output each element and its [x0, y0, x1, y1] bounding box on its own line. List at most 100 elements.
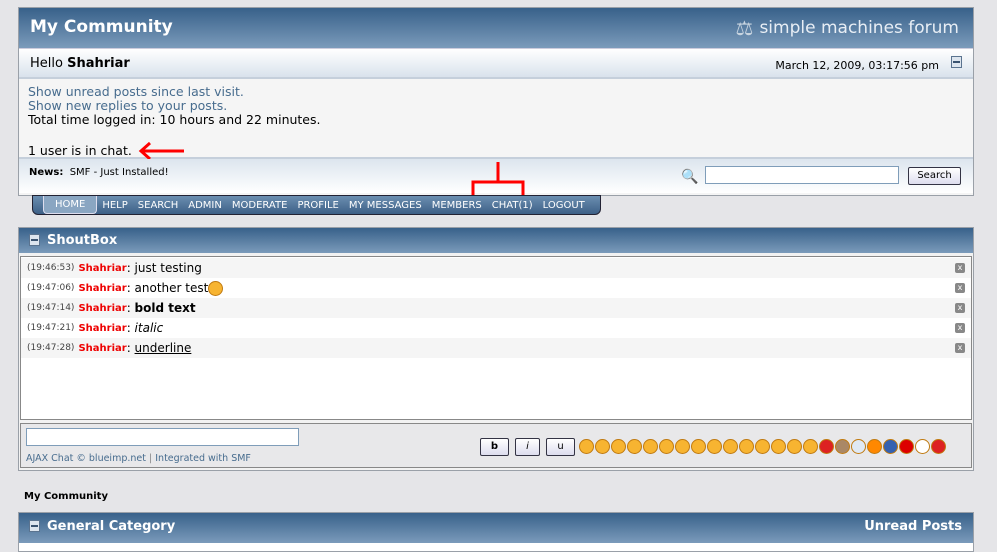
message-time: (19:46:53)	[27, 263, 75, 273]
tongue-smiley-icon[interactable]	[627, 439, 642, 454]
message-user[interactable]: Shahriar	[78, 343, 126, 354]
message-row: (19:47:06) Shahriar: another test x	[21, 278, 971, 298]
menu-help[interactable]: HELP	[97, 196, 132, 214]
credits: AJAX Chat © blueimp.net | Integrated wit…	[26, 453, 251, 464]
ajax-chat-link[interactable]: AJAX Chat © blueimp.net	[26, 453, 146, 464]
unread-posts-link[interactable]: Unread Posts	[864, 519, 962, 534]
neutral-smiley-icon[interactable]	[659, 439, 674, 454]
integrated-link[interactable]: Integrated with SMF	[155, 453, 251, 464]
message-user[interactable]: Shahriar	[78, 263, 126, 274]
menu-profile[interactable]: PROFILE	[292, 196, 343, 214]
colon: :	[126, 321, 135, 335]
cool-smiley-icon[interactable]	[739, 439, 754, 454]
category-general: General Category Unread Posts	[18, 512, 974, 552]
message-list: (19:46:53) Shahriar: just testing x (19:47:…	[20, 256, 972, 420]
colon: :	[126, 301, 135, 315]
grin-smiley-icon	[208, 280, 224, 296]
menu-logout[interactable]: LOGOUT	[538, 196, 590, 214]
message-text: italic	[134, 321, 164, 335]
main-menu: HOME HELP SEARCH ADMIN MODERATE PROFILE …	[32, 195, 601, 215]
smf-logo: ⚖ simple machines forum	[735, 16, 959, 40]
username: Shahriar	[67, 56, 130, 71]
laugh-smiley-icon[interactable]	[755, 439, 770, 454]
menu-moderate[interactable]: MODERATE	[227, 196, 293, 214]
delete-icon[interactable]: x	[955, 263, 965, 273]
underline-button[interactable]: u	[546, 438, 575, 456]
chat-users: 1 user is in chat.	[28, 143, 132, 158]
message-user[interactable]: Shahriar	[78, 303, 126, 314]
eyes-smiley-icon[interactable]	[723, 439, 738, 454]
message-input[interactable]	[26, 428, 299, 446]
unread-posts-link[interactable]: Show unread posts since last visit.	[28, 85, 964, 99]
board-breadcrumb[interactable]: My Community	[24, 491, 108, 502]
arrow-annotation-icon	[138, 141, 184, 161]
cry-smiley-icon[interactable]	[771, 439, 786, 454]
shoutbox-footer: AJAX Chat © blueimp.net | Integrated wit…	[20, 423, 972, 468]
colon: :	[126, 281, 135, 295]
grin-smiley-icon[interactable]	[643, 439, 658, 454]
wink-smiley-icon[interactable]	[611, 439, 626, 454]
delete-icon[interactable]: x	[955, 283, 965, 293]
angel-smiley-icon[interactable]	[803, 439, 818, 454]
user-bar: Hello Shahriar March 12, 2009, 03:17:56 …	[19, 48, 973, 79]
collapse-icon[interactable]	[29, 234, 40, 246]
search-input[interactable]	[705, 166, 899, 184]
delete-icon[interactable]: x	[955, 303, 965, 313]
menu-chat[interactable]: CHAT(1)	[487, 196, 538, 214]
message-text: underline	[134, 341, 192, 355]
angry-smiley-icon[interactable]	[787, 439, 802, 454]
message-user[interactable]: Shahriar	[78, 283, 126, 294]
menu-home[interactable]: HOME	[43, 196, 98, 214]
message-row: (19:47:14) Shahriar: bold text x	[21, 298, 971, 318]
message-user[interactable]: Shahriar	[78, 323, 126, 334]
menu-members[interactable]: MEMBERS	[427, 196, 487, 214]
menu-my-messages[interactable]: MY MESSAGES	[344, 196, 427, 214]
shoutbox: ShoutBox (19:46:53) Shahriar: just testin…	[18, 227, 974, 471]
message-text: just testing	[134, 261, 202, 275]
lightbulb-smiley-icon[interactable]	[851, 439, 866, 454]
menu-admin[interactable]: ADMIN	[183, 196, 227, 214]
delete-icon[interactable]: x	[955, 323, 965, 333]
devil-smiley-icon[interactable]	[819, 439, 834, 454]
question-smiley-icon[interactable]	[883, 439, 898, 454]
title-bar: My Community ⚖ simple machines forum	[19, 8, 973, 48]
message-text: bold text	[134, 301, 196, 315]
smile-smiley-icon[interactable]	[579, 439, 594, 454]
collapse-icon[interactable]	[29, 520, 40, 532]
category-title[interactable]: General Category	[47, 519, 175, 534]
message-row: (19:47:21) Shahriar: italic x	[21, 318, 971, 338]
message-time: (19:47:14)	[27, 303, 75, 313]
greeting: Hello	[30, 56, 63, 71]
news-text: SMF - Just Installed!	[69, 167, 169, 178]
shoutbox-title: ShoutBox	[47, 233, 118, 248]
stop-smiley-icon[interactable]	[899, 439, 914, 454]
glasses-smiley-icon[interactable]	[707, 439, 722, 454]
colon: :	[126, 261, 135, 275]
smiley-bar	[579, 439, 946, 454]
colon: :	[126, 341, 135, 355]
collapse-icon[interactable]	[951, 56, 962, 68]
monkey-smiley-icon[interactable]	[835, 439, 850, 454]
shocked-smiley-icon[interactable]	[675, 439, 690, 454]
datetime: March 12, 2009, 03:17:56 pm	[775, 59, 939, 72]
message-row: (19:46:53) Shahriar: just testing x	[21, 258, 971, 278]
search-button[interactable]: Search	[908, 167, 961, 185]
sad-smiley-icon[interactable]	[595, 439, 610, 454]
smirk-smiley-icon[interactable]	[691, 439, 706, 454]
warning-smiley-icon[interactable]	[915, 439, 930, 454]
news-label: News:	[29, 167, 64, 178]
bracket-annotation-icon	[471, 162, 525, 196]
heart-smiley-icon[interactable]	[931, 439, 946, 454]
exclamation-smiley-icon[interactable]	[867, 439, 882, 454]
message-time: (19:47:06)	[27, 283, 75, 293]
bold-button[interactable]: b	[480, 438, 509, 456]
italic-button[interactable]: i	[515, 438, 540, 456]
message-time: (19:47:28)	[27, 343, 75, 353]
new-replies-link[interactable]: Show new replies to your posts.	[28, 99, 964, 113]
delete-icon[interactable]: x	[955, 343, 965, 353]
search-icon: 🔍	[681, 169, 699, 185]
time-logged: Total time logged in: 10 hours and 22 mi…	[28, 112, 321, 127]
message-text: another test	[134, 281, 209, 295]
menu-search[interactable]: SEARCH	[133, 196, 183, 214]
message-time: (19:47:21)	[27, 323, 75, 333]
